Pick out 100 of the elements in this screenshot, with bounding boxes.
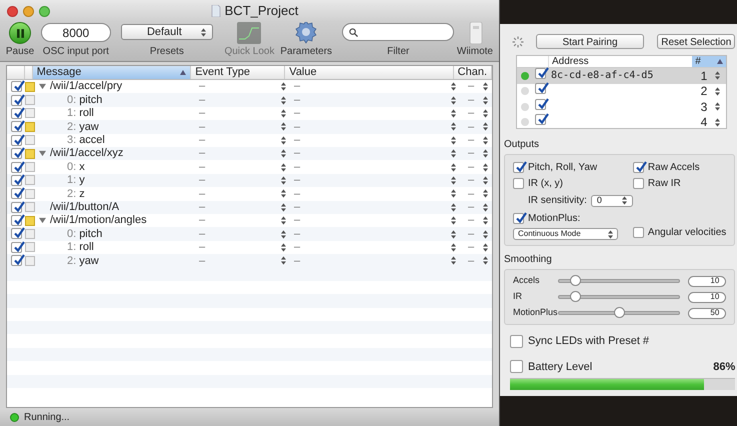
stepper-icon[interactable] [483,189,488,198]
device-row[interactable]: 3 [517,99,726,114]
stepper-icon[interactable] [281,189,286,198]
flag-swatch[interactable] [25,228,35,239]
checkbox[interactable] [632,178,644,189]
stepper-icon[interactable] [451,108,456,118]
flag-swatch[interactable] [25,256,35,266]
stepper-icon[interactable] [451,96,456,105]
port-field[interactable]: 8000 [40,23,111,42]
flag-swatch[interactable] [25,135,35,146]
checkbox[interactable] [632,227,644,238]
value-field[interactable]: 50 [688,308,726,318]
disclosure-triangle-icon[interactable] [39,150,46,158]
reset-selection-button[interactable]: Reset Selection [657,34,736,49]
device-row[interactable]: 4 [517,114,726,130]
stepper-icon[interactable] [483,176,488,185]
slider-thumb[interactable] [614,307,626,318]
checkbox[interactable] [535,83,546,94]
checkbox[interactable] [513,178,524,189]
stepper-icon[interactable] [281,202,286,212]
stepper-icon[interactable] [483,96,488,105]
filter-field[interactable] [342,23,454,41]
stepper-icon[interactable] [281,230,286,238]
stepper-icon[interactable] [483,216,488,226]
flag-swatch[interactable] [25,108,35,118]
flag-swatch[interactable] [25,82,35,92]
stepper-icon[interactable] [483,122,488,132]
close-button[interactable] [7,6,18,16]
column-header[interactable]: Message [32,66,192,79]
device-row[interactable]: 2 [517,84,726,99]
stepper-icon[interactable] [715,71,720,80]
checkbox[interactable] [535,98,546,110]
stepper-icon[interactable] [281,242,286,252]
zoom-button[interactable] [39,6,50,16]
stepper-icon[interactable] [451,122,456,132]
checkbox[interactable] [510,334,523,348]
column-header[interactable]: # [692,56,726,67]
column-header[interactable]: Value [285,66,454,79]
stepper-icon[interactable] [281,256,286,266]
minimize-button[interactable] [23,6,34,16]
stepper-icon[interactable] [483,162,488,172]
stepper-icon[interactable] [451,216,456,226]
device-row[interactable]: 8c-cd-e8-af-c4-d5 1 [517,68,726,84]
flag-swatch[interactable] [25,162,35,172]
stepper-icon[interactable] [281,136,286,145]
stepper-icon[interactable] [483,108,488,118]
stepper-icon[interactable] [281,82,286,92]
stepper-icon[interactable] [281,122,286,132]
flag-swatch[interactable] [25,148,35,159]
stepper-icon[interactable] [281,216,286,226]
column-header[interactable]: Address [549,56,692,67]
stepper-icon[interactable] [451,189,456,198]
presets-dropdown[interactable]: Default [120,24,213,40]
stepper-icon[interactable] [715,86,720,96]
stepper-icon[interactable] [281,96,286,105]
pause-button[interactable] [9,22,32,44]
checkbox[interactable] [535,114,546,125]
stepper-icon[interactable] [483,136,488,145]
stepper-icon[interactable] [451,202,456,212]
flag-swatch[interactable] [25,95,35,106]
stepper-icon[interactable] [451,136,456,145]
gear-icon[interactable] [294,20,318,44]
disclosure-triangle-icon[interactable] [39,83,46,90]
checkbox[interactable] [513,162,524,173]
stepper-icon[interactable] [483,202,488,212]
checkbox[interactable] [632,162,644,173]
flag-swatch[interactable] [25,202,35,212]
stepper-icon[interactable] [483,256,488,266]
value-field[interactable]: 10 [688,276,726,286]
stepper-icon[interactable] [451,242,456,252]
stepper-icon[interactable] [281,149,286,158]
stepper-icon[interactable] [281,162,286,172]
stepper-icon[interactable] [281,176,286,185]
stepper-icon[interactable] [451,256,456,266]
flag-swatch[interactable] [25,242,35,252]
stepper-icon[interactable] [608,230,613,238]
stepper-icon[interactable] [200,28,206,36]
stepper-icon[interactable] [483,230,488,238]
stepper-icon[interactable] [451,176,456,185]
value-field[interactable]: 10 [688,292,726,302]
flag-swatch[interactable] [25,188,35,199]
slider-thumb[interactable] [570,275,581,286]
stepper-icon[interactable] [451,149,456,158]
stepper-icon[interactable] [622,196,627,205]
stepper-icon[interactable] [715,118,720,127]
column-header[interactable]: Chan. [454,66,492,79]
mode-dropdown[interactable]: Continuous Mode [513,228,618,240]
start-pairing-button[interactable]: Start Pairing [536,34,644,49]
stepper-icon[interactable] [483,149,488,158]
disclosure-triangle-icon[interactable] [39,217,46,224]
checkbox[interactable] [535,68,546,78]
checkbox[interactable] [510,360,523,374]
stepper-icon[interactable] [715,102,720,112]
column-header[interactable]: Event Type [191,66,286,79]
stepper-icon[interactable] [281,108,286,118]
stepper-icon[interactable] [483,82,488,92]
flag-swatch[interactable] [25,175,35,186]
stepper-icon[interactable] [451,82,456,92]
stepper-icon[interactable] [451,230,456,238]
stepper-icon[interactable] [483,242,488,252]
